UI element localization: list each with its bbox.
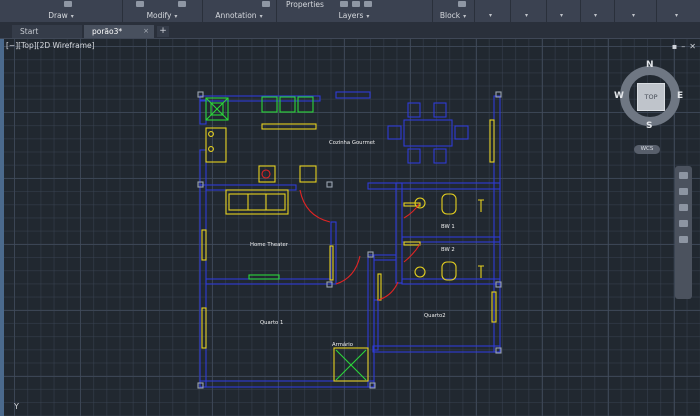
navigation-bar (675, 166, 692, 299)
wall-segment (205, 278, 332, 285)
dining-table (387, 102, 469, 164)
sofa-divider (247, 194, 267, 210)
wall-segment (335, 91, 371, 99)
wcs-menu[interactable]: WCS (634, 145, 660, 154)
viewcube[interactable]: TOP N S E W (614, 60, 686, 132)
sofa-cushion (228, 193, 286, 211)
autocad-window: Draw ▾ Modify ▾ Annotation ▾ Properties Lay… (0, 0, 700, 416)
chair (387, 125, 402, 140)
compass-west[interactable]: W (614, 91, 624, 101)
floor-plan (197, 91, 502, 389)
zoom-icon[interactable] (679, 204, 688, 211)
cabinet (297, 96, 314, 113)
door-arc (299, 189, 331, 223)
stool (208, 146, 214, 152)
side-table (299, 165, 317, 183)
wall-segment (395, 182, 403, 284)
room-label-bw2: BW 2 (441, 247, 455, 253)
wall-segment (373, 254, 397, 261)
door-arc (403, 243, 421, 263)
wall-segment (199, 184, 207, 388)
orbit-icon[interactable] (679, 220, 688, 227)
wall-segment (205, 184, 297, 191)
marker (326, 181, 333, 188)
burner (261, 169, 271, 179)
shower-fixture (478, 199, 484, 278)
room-label-bw1: BW 1 (441, 224, 455, 230)
room-label-quarto2: Quarto2 (424, 313, 446, 319)
stool (208, 131, 214, 137)
viewcube-top-face[interactable]: TOP (637, 83, 665, 111)
chair (407, 148, 421, 164)
door-arc (335, 255, 361, 285)
compass-east[interactable]: E (677, 91, 683, 101)
compass-north[interactable]: N (646, 60, 654, 70)
wall-segment (199, 99, 207, 125)
closet-cross (335, 349, 367, 381)
sink (414, 266, 426, 278)
shelf (489, 119, 495, 163)
cabinet (261, 96, 278, 113)
wall-segment (372, 345, 501, 353)
chair (433, 102, 447, 118)
toilet (441, 193, 457, 215)
table-top (403, 119, 453, 147)
bench (261, 123, 317, 130)
pan-icon[interactable] (679, 188, 688, 195)
wall-segment (199, 380, 375, 388)
wall-segment (199, 149, 207, 186)
wall-segment (367, 254, 375, 388)
cabinet (279, 96, 296, 113)
toilet (441, 261, 457, 281)
tv-console (248, 274, 280, 280)
door-panel (403, 241, 421, 246)
chair (407, 102, 421, 118)
room-label-armario: Armário (332, 342, 354, 348)
wall-segment (493, 95, 501, 353)
door-panel (377, 273, 382, 301)
room-label-cozinha: Cozinha Gourmet (329, 140, 376, 146)
showmotion-icon[interactable] (679, 236, 688, 243)
chair (433, 148, 447, 164)
chair (454, 125, 469, 140)
room-label-home-theater: Home Theater (250, 242, 288, 248)
ucs-icon-label: Y (14, 402, 19, 411)
compass-south[interactable]: S (646, 121, 652, 131)
wall-segment (367, 182, 501, 190)
stove (258, 165, 276, 183)
shelf (201, 229, 207, 261)
wall-segment (401, 236, 501, 243)
full-navigation-wheel-icon[interactable] (679, 172, 688, 179)
wardrobe (201, 307, 207, 349)
room-label-quarto1: Quarto 1 (260, 320, 284, 326)
wall-segment (373, 299, 379, 351)
